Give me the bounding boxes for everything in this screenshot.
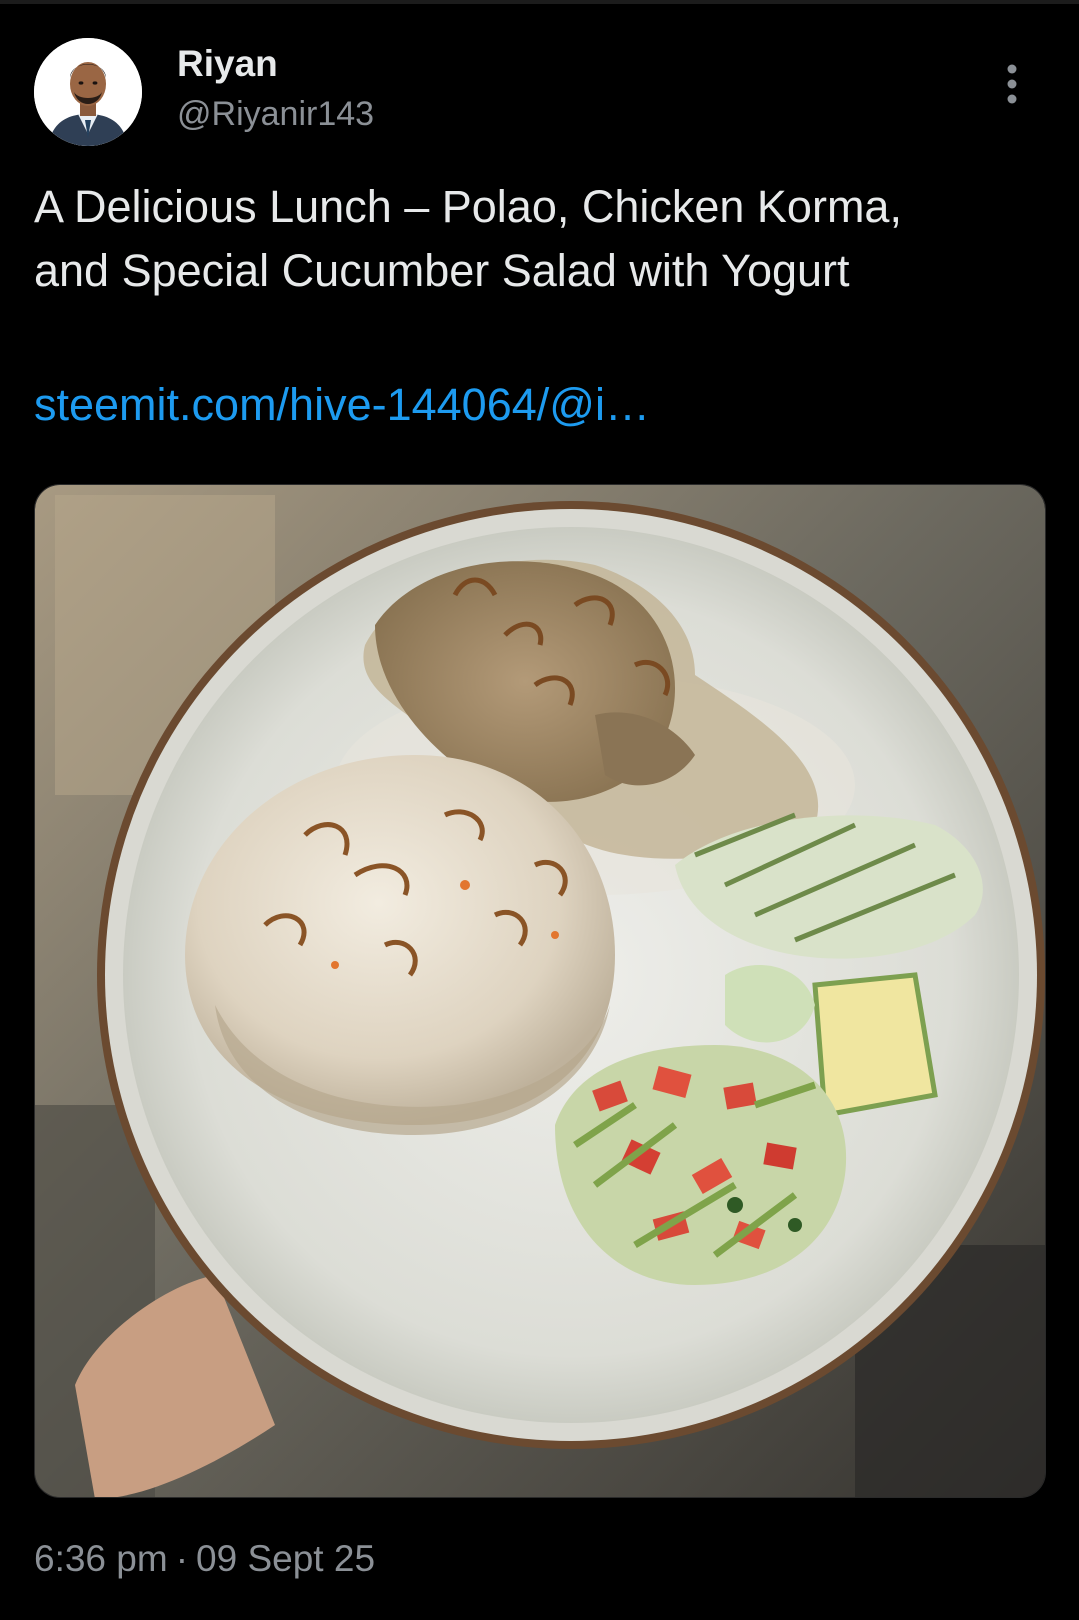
tweet-link[interactable]: steemit.com/hive-144064/@i… bbox=[34, 373, 650, 437]
author-handle[interactable]: @Riyanir143 bbox=[177, 93, 374, 135]
tweet-time: 6:36 pm bbox=[34, 1538, 168, 1579]
food-plate-photo bbox=[35, 485, 1045, 1497]
avatar-photo bbox=[34, 38, 142, 146]
tweet-media-image[interactable] bbox=[34, 484, 1046, 1498]
tweet-text-line: and Special Cucumber Salad with Yogurt bbox=[34, 245, 850, 296]
tweet-timestamp[interactable]: 6:36 pm · 09 Sept 25 bbox=[34, 1536, 375, 1582]
timestamp-separator: · bbox=[175, 1538, 189, 1579]
more-options-button[interactable] bbox=[992, 60, 1032, 108]
author-name[interactable]: Riyan bbox=[177, 42, 278, 86]
more-vertical-icon bbox=[1007, 64, 1017, 104]
tweet-date: 09 Sept 25 bbox=[196, 1538, 376, 1579]
tweet-text: A Delicious Lunch – Polao, Chicken Korma… bbox=[34, 175, 1044, 303]
avatar[interactable] bbox=[34, 38, 142, 146]
tweet-header: Riyan @Riyanir143 bbox=[34, 38, 1045, 148]
tweet-text-line: A Delicious Lunch – Polao, Chicken Korma… bbox=[34, 181, 902, 232]
top-divider bbox=[0, 0, 1079, 4]
